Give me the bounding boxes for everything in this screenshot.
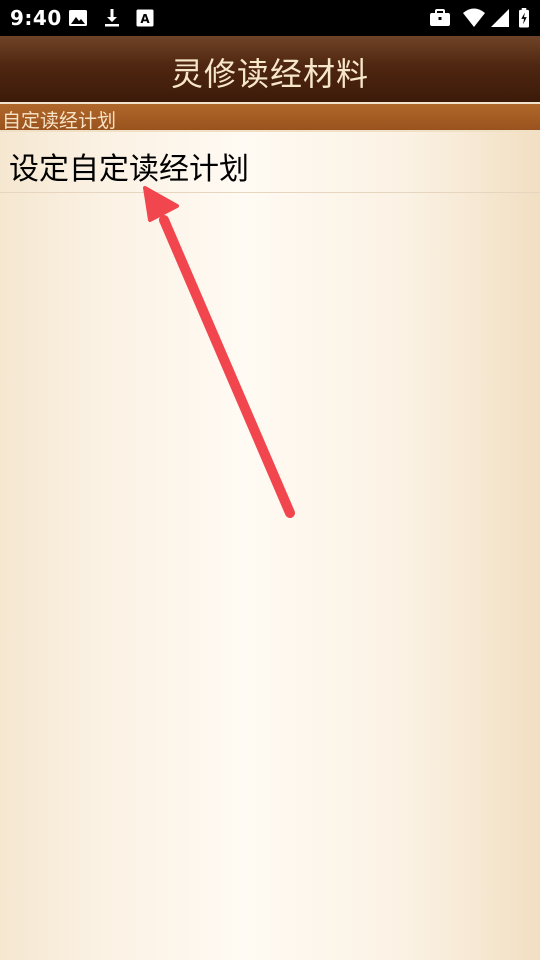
download-icon: [105, 9, 119, 27]
image-icon: [69, 10, 87, 26]
status-time: 9:40: [10, 6, 62, 30]
list-item-set-custom-plan[interactable]: 设定自定读经计划: [0, 132, 540, 193]
wifi-icon: [463, 8, 485, 27]
signal-icon: [491, 9, 509, 27]
status-bar: 9:40 A: [0, 0, 540, 36]
svg-text:A: A: [140, 12, 150, 26]
battery-charging-icon: [519, 8, 529, 28]
annotation-arrow-shaft: [159, 215, 295, 518]
section-header: 自定读经计划: [0, 104, 540, 132]
app-title-bar: 灵修读经材料: [0, 36, 540, 104]
list-item-label: 设定自定读经计划: [9, 152, 249, 187]
a-box-icon: A: [136, 9, 154, 27]
page-title: 灵修读经材料: [170, 55, 369, 93]
briefcase-icon: [430, 9, 450, 26]
section-header-label: 自定读经计划: [2, 110, 117, 132]
